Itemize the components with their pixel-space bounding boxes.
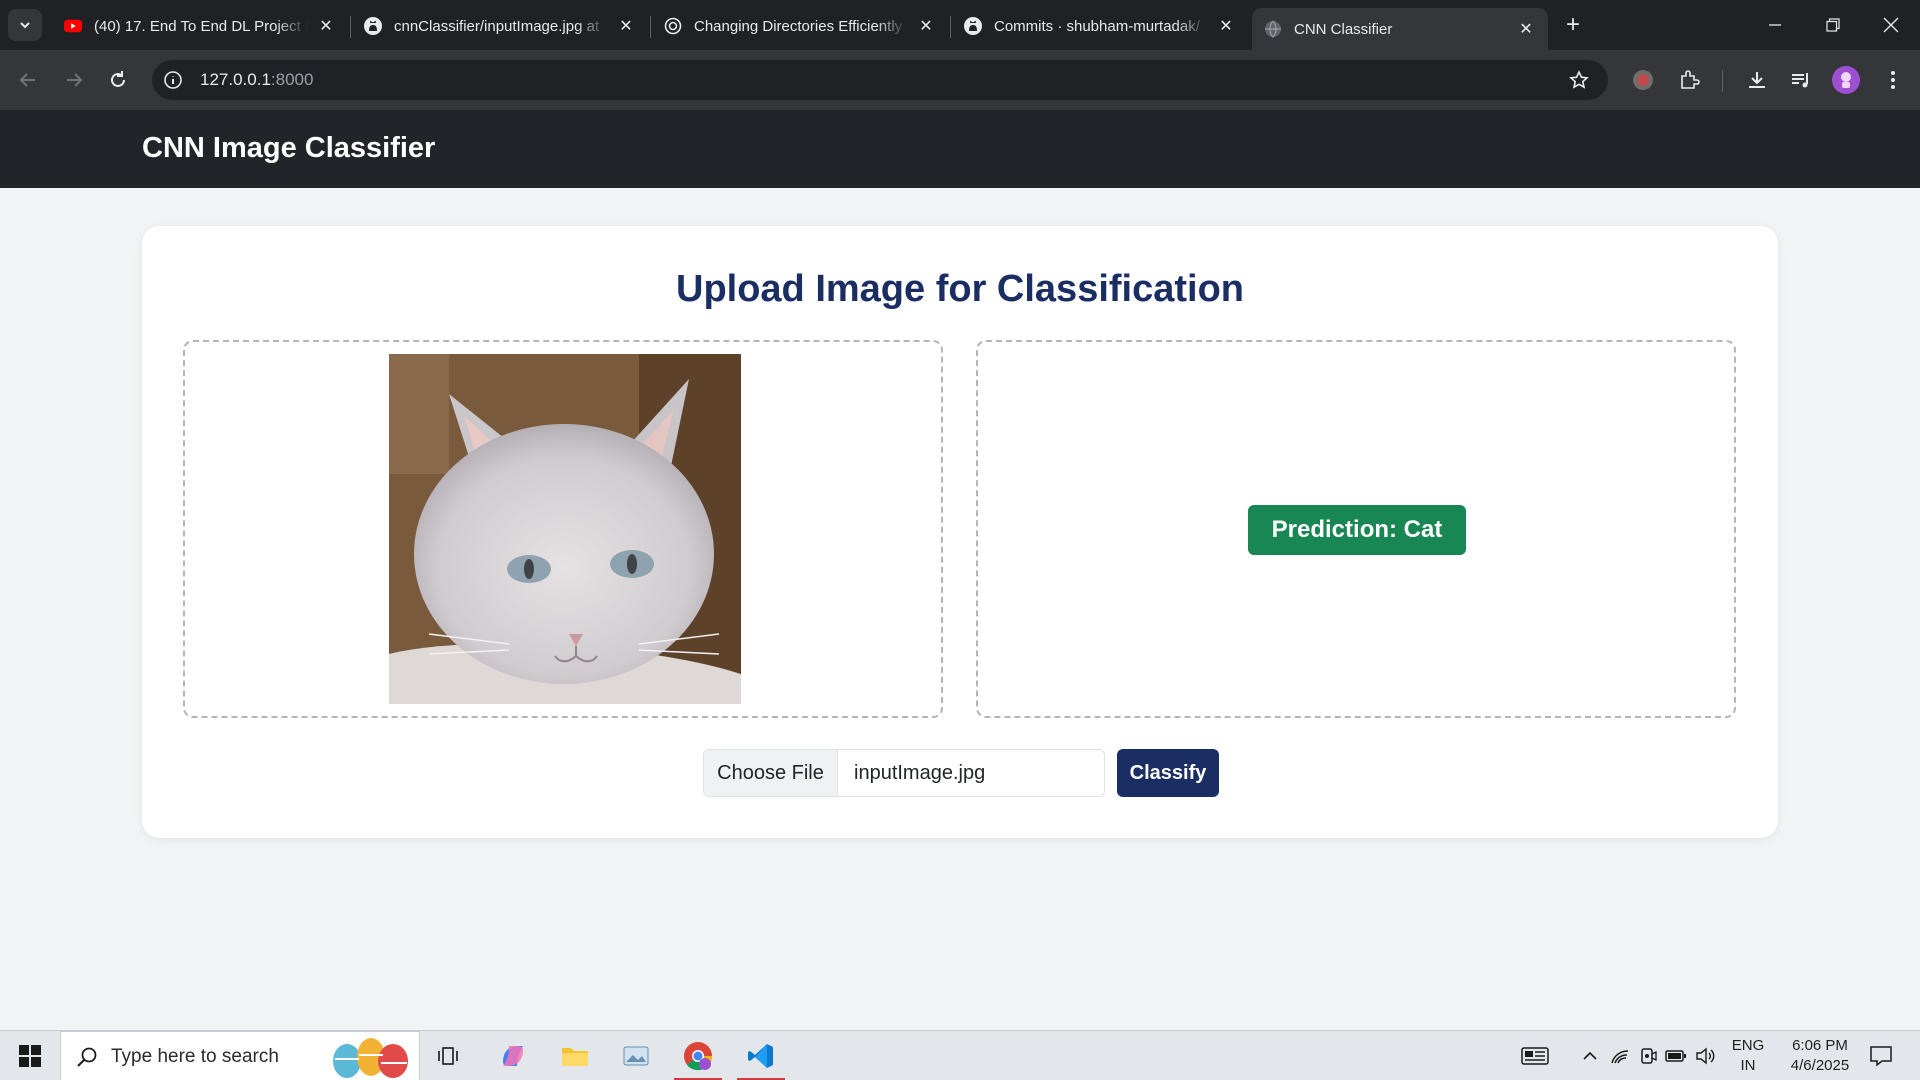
- chrome-app[interactable]: [670, 1031, 726, 1080]
- close-window-button[interactable]: [1862, 0, 1920, 50]
- task-view-button[interactable]: [420, 1031, 476, 1080]
- easter-eggs-icon: [333, 1038, 408, 1078]
- start-button[interactable]: [0, 1031, 60, 1080]
- github-icon: [364, 17, 382, 35]
- image-preview-panel: [183, 340, 943, 718]
- chevron-up-icon[interactable]: [1578, 1045, 1602, 1067]
- classify-button[interactable]: Classify: [1117, 749, 1219, 797]
- tab-title: cnnClassifier/inputImage.jpg at: [394, 17, 600, 35]
- globe-icon: [1264, 20, 1282, 38]
- browser-tab-strip: (40) 17. End To End DL Project I ✕ cnnCl…: [0, 0, 1920, 50]
- extension-icon[interactable]: [1628, 65, 1658, 95]
- download-icon[interactable]: [1742, 65, 1772, 95]
- notification-icon[interactable]: [1866, 1045, 1896, 1067]
- profile-avatar[interactable]: [1831, 65, 1861, 95]
- site-info-icon[interactable]: [162, 69, 184, 91]
- more-menu-icon[interactable]: [1878, 65, 1908, 95]
- arrow-left-icon: [19, 73, 35, 87]
- close-icon[interactable]: ✕: [1516, 19, 1536, 39]
- volume-icon[interactable]: [1694, 1045, 1718, 1067]
- close-icon[interactable]: ✕: [916, 16, 936, 36]
- upload-card: Upload Image for Classification Predicti…: [142, 226, 1778, 838]
- prediction-badge: Prediction: Cat: [1248, 505, 1466, 555]
- bookmark-star-icon[interactable]: [1568, 69, 1590, 91]
- tab-youtube[interactable]: (40) 17. End To End DL Project I ✕: [52, 8, 348, 44]
- tab-github-input-image[interactable]: cnnClassifier/inputImage.jpg at ✕: [352, 8, 648, 44]
- close-icon[interactable]: ✕: [616, 16, 636, 36]
- battery-icon[interactable]: [1664, 1045, 1688, 1067]
- app-navbar: CNN Image Classifier: [0, 110, 1920, 188]
- chevron-down-icon: [20, 22, 30, 29]
- windows-logo-icon: [19, 1045, 41, 1067]
- file-explorer-app[interactable]: [547, 1031, 603, 1080]
- new-tab-button[interactable]: +: [1558, 10, 1588, 40]
- tab-title: (40) 17. End To End DL Project I: [94, 17, 308, 35]
- tab-cnn-classifier[interactable]: CNN Classifier ✕: [1252, 8, 1548, 50]
- vscode-app[interactable]: [733, 1031, 789, 1080]
- openai-icon: [664, 17, 682, 35]
- restore-button[interactable]: [1804, 0, 1862, 50]
- forward-button[interactable]: [58, 64, 90, 96]
- windows-taskbar: Type here to search ENG IN 6:06 PM 4/6/2…: [0, 1030, 1920, 1080]
- browser-toolbar: 127.0.0.1:8000: [0, 50, 1920, 110]
- arrow-right-icon: [67, 73, 83, 87]
- taskbar-search[interactable]: Type here to search: [60, 1031, 420, 1080]
- app-brand[interactable]: CNN Image Classifier: [142, 132, 435, 165]
- reload-icon: [111, 71, 125, 87]
- search-icon: [75, 1045, 99, 1069]
- extensions-puzzle-icon[interactable]: [1674, 65, 1704, 95]
- back-button[interactable]: [12, 64, 44, 96]
- meet-now-icon[interactable]: [1636, 1045, 1660, 1067]
- folder-icon: [562, 1048, 588, 1066]
- tab-title: Commits · shubham-murtadak/: [994, 17, 1200, 35]
- tab-chatgpt[interactable]: Changing Directories Efficiently ✕: [652, 8, 948, 44]
- tab-search-button[interactable]: [8, 9, 42, 41]
- address-bar[interactable]: 127.0.0.1:8000: [152, 60, 1608, 100]
- file-input[interactable]: Choose File inputImage.jpg: [703, 749, 1105, 797]
- youtube-icon: [64, 17, 82, 35]
- photos-app[interactable]: [608, 1031, 664, 1080]
- close-icon[interactable]: ✕: [1216, 16, 1236, 36]
- reload-button[interactable]: [102, 64, 134, 96]
- chrome-icon: [684, 1042, 712, 1071]
- minimize-button[interactable]: [1746, 0, 1804, 50]
- copilot-app[interactable]: [485, 1031, 541, 1080]
- copilot-icon: [503, 1046, 523, 1066]
- restore-icon: [1826, 18, 1840, 32]
- search-placeholder: Type here to search: [111, 1046, 279, 1067]
- close-icon: [1883, 17, 1899, 33]
- url-text: 127.0.0.1:8000: [200, 70, 314, 89]
- media-control-icon[interactable]: [1786, 65, 1816, 95]
- vscode-icon: [748, 1044, 773, 1068]
- choose-file-button[interactable]: Choose File: [704, 750, 838, 796]
- language-indicator[interactable]: ENG IN: [1728, 1036, 1768, 1076]
- page-title: Upload Image for Classification: [676, 268, 1244, 310]
- prediction-panel: Prediction: Cat: [976, 340, 1736, 718]
- tab-title: CNN Classifier: [1294, 20, 1393, 38]
- minimize-icon: [1769, 24, 1781, 26]
- wifi-icon[interactable]: [1608, 1045, 1632, 1067]
- github-icon: [964, 17, 982, 35]
- close-icon[interactable]: ✕: [316, 16, 336, 36]
- selected-file-name: inputImage.jpg: [854, 761, 986, 784]
- task-view-icon: [438, 1047, 458, 1065]
- tab-title: Changing Directories Efficiently: [694, 17, 903, 35]
- clock[interactable]: 6:06 PM 4/6/2025: [1772, 1036, 1868, 1076]
- news-widget-icon[interactable]: [1520, 1045, 1550, 1067]
- tab-github-commits[interactable]: Commits · shubham-murtadak/ ✕: [952, 8, 1248, 44]
- uploaded-cat-image: [389, 354, 741, 704]
- photos-icon: [623, 1046, 649, 1066]
